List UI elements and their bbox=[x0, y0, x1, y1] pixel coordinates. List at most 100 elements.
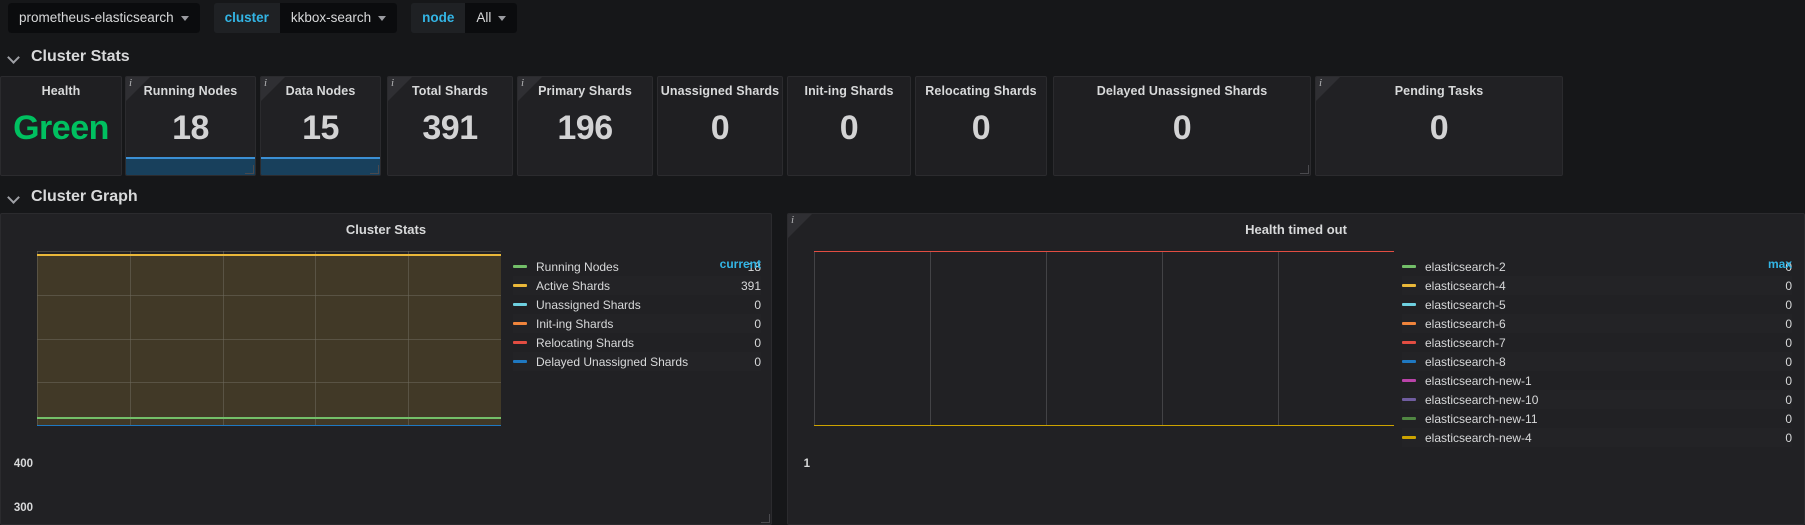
legend-color-swatch bbox=[1402, 265, 1416, 268]
gridline-vertical bbox=[37, 251, 38, 426]
gridline-vertical bbox=[930, 251, 931, 426]
chevron-down-icon bbox=[180, 15, 189, 21]
legend-item[interactable]: elasticsearch-new-11 0 bbox=[1402, 409, 1792, 428]
legend-color-swatch bbox=[1402, 322, 1416, 325]
sparkline bbox=[261, 157, 380, 175]
series-line-delayed-unassigned-shards bbox=[37, 425, 501, 426]
stat-panel-title: Delayed Unassigned Shards bbox=[1096, 84, 1268, 98]
legend-item[interactable]: elasticsearch-new-1 0 bbox=[1402, 371, 1792, 390]
chevron-down-icon bbox=[498, 15, 507, 21]
legend-color-swatch bbox=[1402, 417, 1416, 420]
series-line-elasticsearch-new-4 bbox=[814, 425, 1394, 426]
resize-handle[interactable] bbox=[1300, 165, 1309, 174]
chevron-down-icon bbox=[8, 190, 22, 204]
stat-panel-title: Unassigned Shards bbox=[660, 84, 780, 98]
legend-item[interactable]: elasticsearch-7 0 bbox=[1402, 333, 1792, 352]
legend-series-name: Active Shards bbox=[536, 278, 611, 293]
gridline-horizontal bbox=[37, 382, 501, 384]
stat-panel: i Primary Shards 196 bbox=[517, 76, 653, 176]
stat-panel: Init-ing Shards 0 bbox=[787, 76, 911, 176]
y-axis-tick-label: 400 bbox=[13, 458, 33, 470]
legend-series-value: 0 bbox=[754, 335, 761, 350]
resize-handle[interactable] bbox=[245, 165, 254, 174]
plot-area[interactable] bbox=[37, 251, 501, 426]
legend-series-value: 0 bbox=[1785, 392, 1792, 407]
stat-panel-value: 18 bbox=[172, 109, 209, 147]
legend-series-value: 0 bbox=[1785, 297, 1792, 312]
stat-panel-title: Health bbox=[41, 84, 81, 98]
legend-series-value: 0 bbox=[1785, 373, 1792, 388]
chevron-down-icon bbox=[8, 50, 22, 64]
legend-item[interactable]: elasticsearch-6 0 bbox=[1402, 314, 1792, 333]
series-line-active-shards bbox=[37, 253, 501, 256]
legend-color-swatch bbox=[513, 322, 527, 325]
variable-label-node: node bbox=[411, 3, 466, 33]
variable-value-text: prometheus-elasticsearch bbox=[19, 10, 174, 25]
gridline-vertical bbox=[814, 251, 815, 426]
stat-panel: Relocating Shards 0 bbox=[915, 76, 1047, 176]
panel-title: Health timed out bbox=[1245, 222, 1347, 237]
stat-panel-title: Running Nodes bbox=[143, 84, 238, 98]
legend-series-value: 0 bbox=[754, 297, 761, 312]
variable-datasource[interactable]: prometheus-elasticsearch bbox=[8, 3, 200, 33]
row-header-cluster-stats[interactable]: Cluster Stats bbox=[2, 46, 130, 68]
variable-node[interactable]: node All bbox=[411, 3, 518, 33]
series-line-elasticsearch-7 bbox=[814, 251, 1394, 252]
stat-panel: Delayed Unassigned Shards 0 bbox=[1053, 76, 1311, 176]
legend-series-name: Init-ing Shards bbox=[536, 316, 614, 331]
gridline-vertical bbox=[315, 251, 316, 426]
resize-handle[interactable] bbox=[370, 165, 379, 174]
panel-title: Cluster Stats bbox=[345, 222, 427, 237]
legend-header-current[interactable]: current bbox=[720, 257, 761, 271]
legend-header-max[interactable]: max bbox=[1768, 257, 1792, 271]
gridline-vertical bbox=[1162, 251, 1163, 426]
row-title: Cluster Graph bbox=[31, 188, 138, 205]
legend-item[interactable]: elasticsearch-new-10 0 bbox=[1402, 390, 1792, 409]
legend-item[interactable]: Init-ing Shards 0 bbox=[513, 314, 761, 333]
variable-label-cluster: cluster bbox=[213, 3, 280, 33]
stat-panel-value: 391 bbox=[422, 109, 478, 147]
variable-value-cluster[interactable]: kkbox-search bbox=[279, 3, 398, 33]
legend-series-name: elasticsearch-new-10 bbox=[1425, 392, 1539, 407]
legend-color-swatch bbox=[1402, 284, 1416, 287]
legend-series-name: elasticsearch-8 bbox=[1425, 354, 1506, 369]
legend-series-value: 0 bbox=[1785, 430, 1792, 445]
legend-series-name: Unassigned Shards bbox=[536, 297, 641, 312]
legend-item[interactable]: Delayed Unassigned Shards 0 bbox=[513, 352, 761, 371]
legend-series-name: elasticsearch-new-11 bbox=[1425, 411, 1538, 426]
legend-series-name: elasticsearch-7 bbox=[1425, 335, 1506, 350]
legend-color-swatch bbox=[513, 341, 527, 344]
variable-cluster[interactable]: cluster kkbox-search bbox=[213, 3, 398, 33]
legend-item[interactable]: elasticsearch-8 0 bbox=[1402, 352, 1792, 371]
gridline-horizontal bbox=[37, 338, 501, 340]
legend-item[interactable]: elasticsearch-5 0 bbox=[1402, 295, 1792, 314]
gridline-vertical bbox=[1278, 251, 1279, 426]
stat-panel-title: Init-ing Shards bbox=[804, 84, 894, 98]
gridline-vertical bbox=[408, 251, 409, 426]
legend-item[interactable]: elasticsearch-2 0 bbox=[1402, 257, 1792, 276]
graph-panel-health-timed-out: i Health timed out 01 09:3010:0010:3011:… bbox=[787, 213, 1805, 525]
stat-panel-title: Pending Tasks bbox=[1394, 84, 1484, 98]
template-variable-bar: prometheus-elasticsearch cluster kkbox-sea… bbox=[0, 0, 1805, 36]
legend-item[interactable]: elasticsearch-4 0 bbox=[1402, 276, 1792, 295]
resize-handle[interactable] bbox=[761, 514, 770, 523]
legend-item[interactable]: elasticsearch-new-4 0 bbox=[1402, 428, 1792, 447]
legend-item[interactable]: Active Shards 391 bbox=[513, 276, 761, 295]
legend-color-swatch bbox=[513, 265, 527, 268]
y-axis-tick-label: 1 bbox=[803, 458, 810, 470]
legend-series-value: 0 bbox=[754, 316, 761, 331]
variable-value-datasource[interactable]: prometheus-elasticsearch bbox=[8, 3, 200, 33]
stat-panel-value: 196 bbox=[557, 109, 613, 147]
legend-series-name: elasticsearch-new-4 bbox=[1425, 430, 1532, 445]
legend-color-swatch bbox=[513, 303, 527, 306]
legend-color-swatch bbox=[1402, 398, 1416, 401]
legend-series-value: 0 bbox=[1785, 335, 1792, 350]
stat-panel: Health Green bbox=[0, 76, 122, 176]
gridline-vertical bbox=[130, 251, 131, 426]
variable-value-node[interactable]: All bbox=[465, 3, 518, 33]
plot-area[interactable] bbox=[814, 251, 1394, 426]
legend-item[interactable]: Relocating Shards 0 bbox=[513, 333, 761, 352]
legend-item[interactable]: Unassigned Shards 0 bbox=[513, 295, 761, 314]
legend-series-value: 0 bbox=[1785, 278, 1792, 293]
row-header-cluster-graph[interactable]: Cluster Graph bbox=[2, 186, 138, 208]
